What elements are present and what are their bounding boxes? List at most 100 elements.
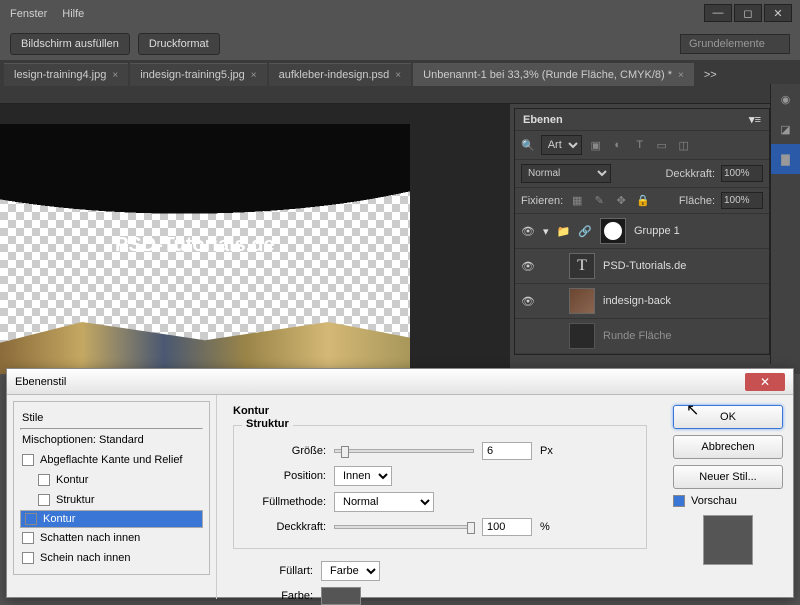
style-item[interactable]: Schatten nach innen [20,528,203,548]
close-icon[interactable]: × [678,70,684,81]
artwork-text: PSD-Tutorials.de [115,234,275,257]
menu-hilfe[interactable]: Hilfe [62,8,84,20]
filter-smart-icon[interactable]: ◫ [676,137,692,153]
layer-filter-select[interactable]: Art [541,135,582,155]
tabs-overflow[interactable]: >> [696,64,725,86]
filltype-label: Füllart: [233,565,313,577]
size-label: Größe: [246,445,326,457]
cancel-button[interactable]: Abbrechen [673,435,783,459]
ruler [0,86,800,104]
close-icon[interactable]: × [251,70,257,81]
position-select[interactable]: Innen [334,466,392,486]
visibility-icon[interactable]: 👁 [521,260,535,273]
style-item[interactable]: Struktur [20,490,203,510]
lock-all-icon[interactable]: 🔒 [635,193,651,209]
dialog-close-button[interactable]: ✕ [745,373,785,391]
opacity-label: Deckkraft: [665,168,715,180]
color-swatch[interactable] [321,587,361,605]
doc-tab-active[interactable]: Unbenannt-1 bei 33,3% (Runde Fläche, CMY… [413,63,694,86]
document-canvas[interactable]: PSD-Tutorials.de [0,124,410,374]
artwork-photo [0,322,410,374]
position-label: Position: [246,470,326,482]
size-input[interactable] [482,442,532,460]
layer-row[interactable]: 👁 ▾ 📁 🔗 Gruppe 1 [515,214,769,249]
opacity-slider[interactable] [334,525,474,529]
fill-input[interactable] [721,192,763,209]
layer-name: PSD-Tutorials.de [603,260,686,272]
styles-header[interactable]: Stile [20,408,203,428]
fill-label: Fläche: [679,195,715,207]
color-tool-icon[interactable]: ◉ [771,84,800,114]
fill-screen-button[interactable]: Bildschirm ausfüllen [10,33,130,55]
artwork-shape [0,124,410,312]
filter-text-icon[interactable]: T [632,137,648,153]
new-style-button[interactable]: Neuer Stil... [673,465,783,489]
workspace-select[interactable]: Grundelemente [680,34,790,54]
style-item[interactable]: Kontur [20,470,203,490]
right-toolbar: ◉ ◪ ▇ [770,84,800,364]
size-unit: Px [540,445,553,457]
style-item[interactable]: Abgeflachte Kante und Relief [20,450,203,470]
visibility-icon[interactable]: 👁 [521,295,535,308]
color-label: Farbe: [233,590,313,602]
text-layer-icon: T [569,253,595,279]
doc-tab[interactable]: indesign-training5.jpg× [130,63,266,86]
layer-row[interactable]: 👁 T PSD-Tutorials.de [515,249,769,284]
window-close[interactable]: ✕ [764,4,792,22]
window-minimize[interactable]: — [704,4,732,22]
folder-icon: 📁 [557,225,571,238]
link-icon: 🔗 [578,225,592,238]
layer-mask-thumb[interactable] [600,218,626,244]
panel-menu-icon[interactable]: ▾≡ [749,113,761,126]
layer-style-dialog: Ebenenstil ✕ Stile Mischoptionen: Standa… [6,368,794,598]
filltype-select[interactable]: Farbe [321,561,380,581]
section-title: Kontur [233,405,647,417]
preview-swatch [703,515,753,565]
lock-brush-icon[interactable]: ✎ [591,193,607,209]
style-item-selected[interactable]: Kontur [20,510,203,528]
search-icon: 🔍 [521,139,535,152]
layer-name: Runde Fläche [603,330,672,342]
visibility-icon[interactable]: 👁 [521,225,535,238]
layer-row[interactable]: Runde Fläche [515,319,769,354]
opacity-input[interactable] [482,518,532,536]
preview-checkbox[interactable] [673,495,685,507]
filter-image-icon[interactable]: ▣ [588,137,604,153]
blend-options[interactable]: Mischoptionen: Standard [20,430,203,450]
close-icon[interactable]: × [112,70,118,81]
layer-row[interactable]: 👁 indesign-back [515,284,769,319]
group-struktur: Struktur [242,418,293,430]
blend-mode-select[interactable]: Normal [521,164,611,183]
doc-tab[interactable]: aufkleber-indesign.psd× [269,63,412,86]
canvas-area[interactable]: PSD-Tutorials.de [0,104,510,374]
opacity-unit: % [540,521,550,533]
window-maximize[interactable]: ◻ [734,4,762,22]
opacity-input[interactable] [721,165,763,182]
filter-adjust-icon[interactable]: ◐ [610,137,626,153]
layer-thumb[interactable] [569,323,595,349]
print-format-button[interactable]: Druckformat [138,33,220,55]
chevron-down-icon[interactable]: ▾ [543,225,549,238]
size-slider[interactable] [334,449,474,453]
panel-title: Ebenen [523,114,563,126]
opacity-label: Deckkraft: [246,521,326,533]
lock-label: Fixieren: [521,195,563,207]
lock-transparent-icon[interactable]: ▦ [569,193,585,209]
dialog-title: Ebenenstil [15,376,66,388]
layer-thumb[interactable] [569,288,595,314]
square-tool-icon[interactable]: ▇ [771,144,800,174]
fillmode-label: Füllmethode: [246,496,326,508]
style-item[interactable]: Schein nach innen [20,548,203,568]
fillmode-select[interactable]: Normal [334,492,434,512]
ok-button[interactable]: OK [673,405,783,429]
close-icon[interactable]: × [395,70,401,81]
layer-name: Gruppe 1 [634,225,680,237]
swatches-icon[interactable]: ◪ [771,114,800,144]
layers-panel: Ebenen ▾≡ 🔍 Art ▣ ◐ T ▭ ◫ Normal Deckkraf… [514,108,770,355]
doc-tab[interactable]: lesign-training4.jpg× [4,63,128,86]
lock-move-icon[interactable]: ✥ [613,193,629,209]
filter-shape-icon[interactable]: ▭ [654,137,670,153]
menu-fenster[interactable]: Fenster [10,8,47,20]
preview-label: Vorschau [691,495,737,507]
layer-name: indesign-back [603,295,671,307]
